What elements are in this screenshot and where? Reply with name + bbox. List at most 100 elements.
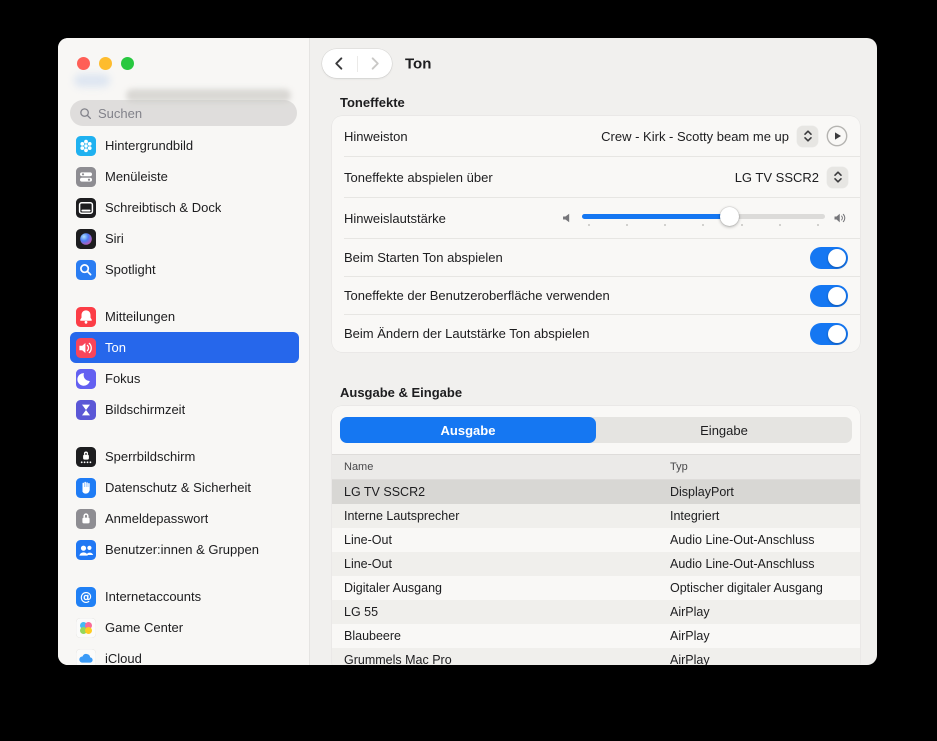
sidebar-nav: Hintergrundbild Menüleiste Schreibtisch … <box>58 130 309 665</box>
sidebar-item-label: Anmeldepasswort <box>105 511 209 526</box>
device-row[interactable]: Line-Out Audio Line-Out-Anschluss <box>332 552 860 576</box>
sidebar-item-datenschutz-sicherheit[interactable]: Datenschutz & Sicherheit <box>70 472 299 503</box>
sidebar-item-icloud[interactable]: iCloud <box>70 643 299 665</box>
tab-eingabe[interactable]: Eingabe <box>596 417 852 443</box>
device-type: AirPlay <box>670 605 710 619</box>
device-row[interactable]: Blaubeere AirPlay <box>332 624 860 648</box>
toggle-knob <box>828 286 846 305</box>
device-type: Integriert <box>670 509 720 523</box>
sidebar-item-label: Mitteilungen <box>105 309 176 324</box>
system-settings-window: Suchen Hintergrundbild Menüleiste Schrei… <box>58 38 877 665</box>
forward-button[interactable] <box>358 49 393 78</box>
sidebar-item-anmeldepasswort[interactable]: Anmeldepasswort <box>70 503 299 534</box>
search-field[interactable]: Suchen <box>70 100 297 126</box>
play-through-label: Toneffekte abspielen über <box>344 169 493 185</box>
device-row[interactable]: Grummels Mac Pro AirPlay <box>332 648 860 665</box>
device-type: Audio Line-Out-Anschluss <box>670 533 815 547</box>
sidebar-item-game-center[interactable]: Game Center <box>70 612 299 643</box>
minimize-button[interactable] <box>99 57 112 70</box>
alert-volume-label: Hinweislautstärke <box>344 210 446 226</box>
device-row[interactable]: LG 55 AirPlay <box>332 600 860 624</box>
chevron-up-down-icon <box>803 130 812 142</box>
play-icon <box>826 125 848 147</box>
internet-accounts-icon: @ <box>76 586 96 607</box>
sidebar-item-label: iCloud <box>105 651 142 665</box>
alert-sound-label: Hinweiston <box>344 128 408 144</box>
screen-time-icon <box>76 399 96 420</box>
device-row[interactable]: Interne Lautsprecher Integriert <box>332 504 860 528</box>
toggle-knob <box>828 324 846 343</box>
search-placeholder: Suchen <box>98 105 143 121</box>
sidebar-item-label: Bildschirmzeit <box>105 402 186 417</box>
device-type: AirPlay <box>670 629 710 643</box>
toggle-knob <box>828 248 846 267</box>
icloud-icon <box>76 648 96 665</box>
sidebar-item-schreibtisch-dock[interactable]: Schreibtisch & Dock <box>70 192 299 223</box>
segmented-control: Ausgabe Eingabe <box>340 417 852 443</box>
output-input-card: Ausgabe Eingabe Name Typ LG TV SSCR2 Dis… <box>332 406 860 665</box>
startup-sound-row: Beim Starten Ton abspielen <box>332 239 860 276</box>
device-name: Blaubeere <box>344 629 401 643</box>
device-name: Line-Out <box>344 533 392 547</box>
desktop-dock-icon <box>76 197 96 218</box>
content-header: Ton <box>310 38 877 90</box>
sidebar-item-benutzer-gruppen[interactable]: Benutzer:innen & Gruppen <box>70 534 299 565</box>
sidebar-item-label: Fokus <box>105 371 141 386</box>
sidebar-item-label: Sperrbildschirm <box>105 449 196 464</box>
volume-low-icon <box>563 213 570 223</box>
play-through-row: Toneffekte abspielen über LG TV SSCR2 <box>332 157 860 197</box>
window-controls <box>77 57 134 70</box>
privacy-security-icon <box>76 477 96 498</box>
search-icon <box>80 107 92 119</box>
focus-icon <box>76 368 96 389</box>
sidebar-item-sperrbildschirm[interactable]: Sperrbildschirm <box>70 441 299 472</box>
device-row[interactable]: Digitaler Ausgang Optischer digitaler Au… <box>332 576 860 600</box>
device-row[interactable]: LG TV SSCR2 DisplayPort <box>332 480 860 504</box>
lock-screen-icon <box>76 446 96 467</box>
tab-ausgabe[interactable]: Ausgabe <box>340 417 596 443</box>
device-row[interactable]: Line-Out Audio Line-Out-Anschluss <box>332 528 860 552</box>
sidebar-item-siri[interactable]: Siri <box>70 223 299 254</box>
sidebar-item-label: Datenschutz & Sicherheit <box>105 480 251 495</box>
column-header-typ: Typ <box>670 461 688 473</box>
sidebar-item-label: Schreibtisch & Dock <box>105 200 222 215</box>
alert-volume-row: Hinweislautstärke <box>332 198 860 238</box>
play-through-select[interactable] <box>827 166 848 188</box>
back-button[interactable] <box>322 49 357 78</box>
sidebar-item-bildschirmzeit[interactable]: Bildschirmzeit <box>70 394 299 425</box>
slider-fill <box>582 214 731 219</box>
sidebar-item-label: Internetaccounts <box>105 589 202 604</box>
device-type: Audio Line-Out-Anschluss <box>670 557 815 571</box>
alert-volume-slider[interactable] <box>582 206 825 230</box>
sidebar-item-label: Ton <box>105 340 126 355</box>
sidebar-item-spotlight[interactable]: Spotlight <box>70 254 299 285</box>
menu-bar-icon <box>76 166 96 187</box>
slider-ticks <box>588 224 819 226</box>
sidebar-item-fokus[interactable]: Fokus <box>70 363 299 394</box>
section-title-ausgabe-eingabe: Ausgabe & Eingabe <box>340 385 463 400</box>
notifications-icon <box>76 306 96 327</box>
startup-sound-toggle[interactable] <box>810 246 848 269</box>
alert-sound-select[interactable] <box>797 125 818 147</box>
alert-sound-row: Hinweiston Crew - Kirk - Scotty beam me … <box>332 116 860 156</box>
zoom-button[interactable] <box>121 57 134 70</box>
device-name: Grummels Mac Pro <box>344 653 452 665</box>
volume-change-feedback-toggle[interactable] <box>810 322 848 345</box>
sidebar-item-internetaccounts[interactable]: @ Internetaccounts <box>70 581 299 612</box>
ui-sound-effects-toggle[interactable] <box>810 284 848 307</box>
device-name: LG TV SSCR2 <box>344 485 426 499</box>
play-through-value: LG TV SSCR2 <box>734 169 819 185</box>
svg-text:@: @ <box>80 590 92 604</box>
close-button[interactable] <box>77 57 90 70</box>
sidebar-item-label: Siri <box>105 231 124 246</box>
column-header-name: Name <box>344 461 374 473</box>
sidebar-item-ton[interactable]: Ton <box>70 332 299 363</box>
sidebar-item-hintergrundbild[interactable]: Hintergrundbild <box>70 130 299 161</box>
sidebar-item-menueleiste[interactable]: Menüleiste <box>70 161 299 192</box>
users-groups-icon <box>76 539 96 560</box>
play-alert-sound-button[interactable] <box>826 125 848 147</box>
sidebar-item-label: Hintergrundbild <box>105 138 194 153</box>
alert-sound-value: Crew - Kirk - Scotty beam me up <box>601 128 789 144</box>
settings-scroll-area: Toneffekte Hinweiston Crew - Kirk - Scot… <box>310 90 877 665</box>
sidebar-item-mitteilungen[interactable]: Mitteilungen <box>70 301 299 332</box>
